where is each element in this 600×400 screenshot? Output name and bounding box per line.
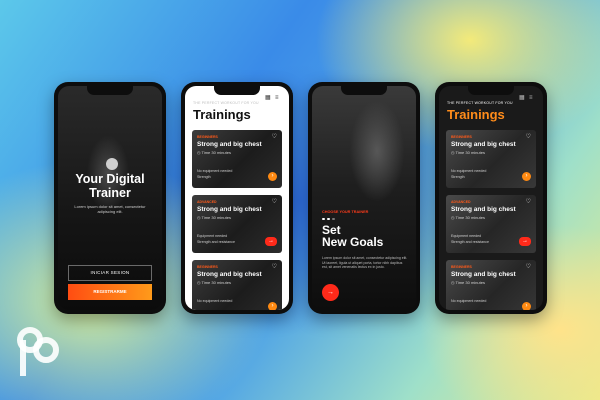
phone-welcome: Your Digital Trainer Lorem ipsum dolor s… (54, 82, 166, 314)
pagination-dot-active[interactable] (322, 218, 325, 220)
arrow-right-icon[interactable]: › (268, 302, 277, 310)
training-equipment: Equipment needed (451, 234, 482, 238)
welcome-title: Your Digital Trainer (58, 172, 162, 200)
trainings-title: Trainings (193, 107, 251, 122)
training-level: BEGINNERS (197, 265, 218, 269)
heart-icon[interactable]: ♡ (272, 198, 277, 205)
training-equipment-type: Strength and resistance (451, 240, 489, 244)
training-level: BEGINNERS (197, 135, 218, 139)
phone-notch (87, 86, 133, 95)
arrow-right-icon: → (327, 289, 334, 296)
arrow-right-icon[interactable]: › (522, 172, 531, 181)
training-time-text: Time 30 minutes (201, 280, 231, 285)
phone-notch (214, 86, 260, 95)
pagination-dots[interactable] (322, 218, 335, 220)
ball-image (106, 158, 118, 170)
training-time-text: Time 30 minutes (201, 150, 231, 155)
training-level: ADVANCED (197, 200, 217, 204)
training-level: ADVANCED (451, 200, 471, 204)
training-equipment: Equipment needed (197, 234, 228, 238)
training-level: BEGINNERS (451, 135, 472, 139)
training-card[interactable]: ADVANCED Strong and big chest ◷ Time 30 … (192, 195, 282, 253)
training-title: Strong and big chest (197, 206, 262, 213)
heart-icon[interactable]: ♡ (272, 263, 277, 270)
training-equipment: No equipment needed (451, 299, 487, 303)
pagination-dot[interactable] (327, 218, 330, 220)
training-title: Strong and big chest (197, 141, 262, 148)
training-list: BEGINNERS Strong and big chest ◷ Time 30… (446, 130, 536, 310)
training-time-text: Time 30 minutes (455, 150, 485, 155)
grid-icon[interactable]: ▦ (519, 95, 525, 101)
goals-title-line2: New Goals (322, 235, 384, 249)
training-time-text: Time 30 minutes (455, 280, 485, 285)
brand-logo (17, 327, 59, 376)
training-list: BEGINNERS Strong and big chest ◷ Time 30… (192, 130, 282, 310)
training-equipment-type: Strength (451, 175, 465, 179)
athlete-image (332, 96, 412, 216)
hamburger-menu-icon[interactable]: ≡ (529, 95, 535, 101)
register-button[interactable]: REGISTRARME (68, 284, 152, 300)
welcome-title-line1: Your Digital (75, 172, 145, 186)
grid-icon[interactable]: ▦ (265, 95, 271, 101)
training-card[interactable]: BEGINNERS Strong and big chest ◷ Time 30… (446, 130, 536, 188)
phone-trainings-light: ▦ ≡ THE PERFECT WORKOUT FOR YOU Training… (181, 82, 293, 314)
training-time-text: Time 30 minutes (201, 215, 231, 220)
arrow-right-icon[interactable]: › (268, 172, 277, 181)
set-goals-screen: CHOOSE YOUR TRAINER Set New Goals Lorem … (312, 86, 416, 310)
training-card[interactable]: BEGINNERS Strong and big chest ◷ Time 30… (192, 260, 282, 310)
heart-icon[interactable]: ♡ (272, 133, 277, 140)
phone-set-goals: CHOOSE YOUR TRAINER Set New Goals Lorem … (308, 82, 420, 314)
training-card[interactable]: ADVANCED Strong and big chest ◷ Time 30 … (446, 195, 536, 253)
training-title: Strong and big chest (197, 271, 262, 278)
goals-body: Lorem ipsum dolor sit amet, consectetur … (322, 256, 408, 270)
pagination-dot[interactable] (332, 218, 335, 220)
trainings-light-screen: ▦ ≡ THE PERFECT WORKOUT FOR YOU Training… (185, 86, 289, 310)
training-time: ◷ Time 30 minutes (451, 215, 485, 220)
arrow-right-icon[interactable]: → (519, 237, 531, 246)
training-title: Strong and big chest (451, 271, 516, 278)
training-time: ◷ Time 30 minutes (451, 280, 485, 285)
header-icons: ▦ ≡ (265, 95, 281, 101)
training-equipment: No equipment needed (197, 299, 233, 303)
training-title: Strong and big chest (451, 206, 516, 213)
welcome-title-line2: Trainer (89, 186, 131, 200)
training-level: BEGINNERS (451, 265, 472, 269)
arrow-right-icon[interactable]: → (265, 237, 277, 246)
training-title: Strong and big chest (451, 141, 516, 148)
training-time-text: Time 30 minutes (455, 215, 485, 220)
trainings-subtitle: THE PERFECT WORKOUT FOR YOU (193, 101, 259, 105)
training-equipment: No equipment needed (451, 169, 487, 173)
training-card[interactable]: BEGINNERS Strong and big chest ◷ Time 30… (446, 260, 536, 310)
welcome-screen: Your Digital Trainer Lorem ipsum dolor s… (58, 86, 162, 310)
training-time: ◷ Time 30 minutes (197, 280, 231, 285)
heart-icon[interactable]: ♡ (526, 133, 531, 140)
training-equipment: No equipment needed (197, 169, 233, 173)
header-icons: ▦ ≡ (519, 95, 535, 101)
training-equipment-type: Strength (197, 175, 211, 179)
heart-icon[interactable]: ♡ (526, 263, 531, 270)
phone-trainings-dark: ▦ ≡ THE PERFECT WORKOUT FOR YOU Training… (435, 82, 547, 314)
next-button[interactable]: → (322, 284, 339, 301)
training-equipment-type: Strength and resistance (197, 240, 235, 244)
heart-icon[interactable]: ♡ (526, 198, 531, 205)
training-card[interactable]: BEGINNERS Strong and big chest ◷ Time 30… (192, 130, 282, 188)
login-button[interactable]: INICIAR SESION (68, 265, 152, 281)
training-time: ◷ Time 30 minutes (197, 215, 231, 220)
training-time: ◷ Time 30 minutes (197, 150, 231, 155)
arrow-right-icon[interactable]: › (522, 302, 531, 310)
hamburger-menu-icon[interactable]: ≡ (275, 95, 281, 101)
phone-notch (468, 86, 514, 95)
goals-kicker: CHOOSE YOUR TRAINER (322, 210, 369, 214)
trainings-title: Trainings (447, 107, 505, 122)
trainings-dark-screen: ▦ ≡ THE PERFECT WORKOUT FOR YOU Training… (439, 86, 543, 310)
training-time: ◷ Time 30 minutes (451, 150, 485, 155)
welcome-description: Lorem ipsum dolor sit amet, consectetur … (74, 204, 146, 214)
phone-notch (341, 86, 387, 95)
trainings-subtitle: THE PERFECT WORKOUT FOR YOU (447, 101, 513, 105)
